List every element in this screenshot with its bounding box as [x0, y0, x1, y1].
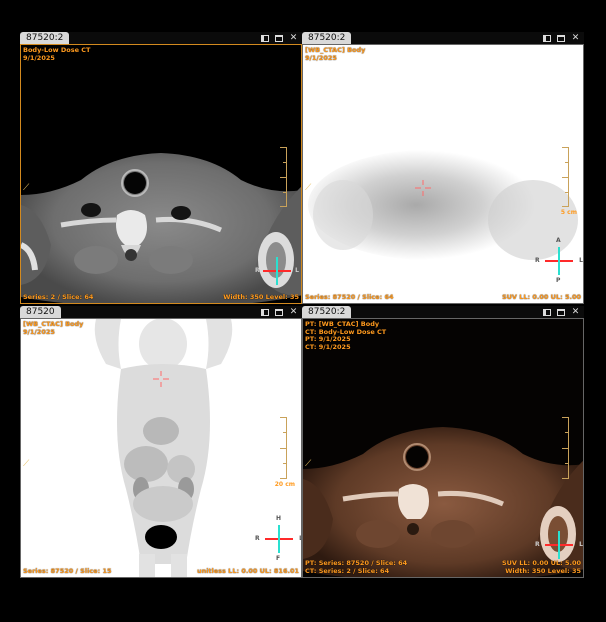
maximize-icon[interactable]: [275, 34, 283, 42]
viewport-header: 87520 ✕: [20, 306, 302, 318]
overlay-top-left: [WB_CTAC] Body 9/1/2025: [23, 320, 84, 336]
viewport-header: 87520:2 ✕: [302, 32, 584, 44]
layout-icon[interactable]: [543, 34, 551, 42]
viewport-image[interactable]: ⟋ R L PT: [WB_CTAC] Body CT: Body-Low Do…: [302, 318, 584, 578]
viewport-controls: ✕: [543, 306, 580, 318]
viewport-controls: ✕: [261, 32, 298, 44]
maximize-icon[interactable]: [557, 308, 565, 316]
layout-icon[interactable]: [261, 34, 269, 42]
cursor-tool-icon[interactable]: ⟋: [23, 459, 33, 469]
close-icon[interactable]: ✕: [289, 307, 298, 317]
overlay-bottom-right: Width: 350 Level: 35: [223, 292, 299, 301]
overlay-bottom-right: unitless LL: 0.00 UL: 816.01: [196, 566, 299, 575]
overlay-top-left: PT: [WB_CTAC] Body CT: Body-Low Dose CT …: [305, 320, 387, 351]
scale-label: 20 cm: [274, 481, 295, 488]
overlay-bottom-left: Series: 87520 / Slice: 64: [305, 292, 394, 301]
overlay-bottom-left: Series: 2 / Slice: 64: [23, 292, 94, 301]
cursor-tool-icon[interactable]: ⟋: [305, 183, 315, 193]
viewport-header: 87520:2 ✕: [302, 306, 584, 318]
viewport-tab[interactable]: 87520:2: [20, 32, 70, 44]
scale-bar: [561, 417, 569, 479]
scale-bar: [561, 147, 569, 207]
overlay-bottom-right: SUV LL: 0.00 UL: 5.00: [501, 292, 581, 301]
layout-icon[interactable]: [543, 308, 551, 316]
close-icon[interactable]: ✕: [571, 33, 580, 43]
viewport-image[interactable]: ⟋ 20 cm H F R L [WB_CTAC] Body 9/1/2025 …: [20, 318, 302, 578]
viewport-controls: ✕: [543, 32, 580, 44]
viewport-image[interactable]: ⟋ R L Body-Low Dose CT 9/1/2025 Series: …: [20, 44, 302, 304]
viewport-image[interactable]: ⟋ 5 cm A P R L [WB_CTAC] Body 9/1/2025 S…: [302, 44, 584, 304]
overlay-bottom-left: PT: Series: 87520 / Slice: 64 CT: Series…: [305, 559, 408, 575]
viewport-controls: ✕: [261, 306, 298, 318]
scale-bar: [279, 147, 287, 207]
orientation-marker: A P R L: [535, 237, 583, 284]
close-icon[interactable]: ✕: [571, 307, 580, 317]
scale-bar: [279, 417, 287, 479]
viewport-tab[interactable]: 87520: [20, 306, 61, 318]
viewport-tab[interactable]: 87520:2: [302, 306, 352, 318]
viewport-axial-ct[interactable]: 87520:2 ✕ ⟋ R L Body-Low Dose CT 9/1/202…: [20, 32, 302, 304]
maximize-icon[interactable]: [557, 34, 565, 42]
viewport-axial-pet[interactable]: 87520:2 ✕ ⟋ 5 cm A P R L [WB_CTAC] Body …: [302, 32, 584, 304]
maximize-icon[interactable]: [275, 308, 283, 316]
scale-label: 5 cm: [560, 209, 577, 216]
overlay-bottom-right: SUV LL: 0.00 UL: 5.00 Width: 350 Level: …: [501, 559, 581, 575]
close-icon[interactable]: ✕: [289, 33, 298, 43]
viewport-tab[interactable]: 87520:2: [302, 32, 352, 44]
viewport-coronal-mip[interactable]: 87520 ✕ ⟋ 20 cm H F R [WB_CTAC] Body 9/1…: [20, 306, 302, 578]
viewport-header: 87520:2 ✕: [20, 32, 302, 44]
cursor-tool-icon[interactable]: ⟋: [305, 459, 315, 469]
cursor-tool-icon[interactable]: ⟋: [23, 183, 33, 193]
orientation-marker: H F R L: [255, 515, 301, 562]
overlay-top-left: [WB_CTAC] Body 9/1/2025: [305, 46, 366, 62]
overlay-bottom-left: Series: 87520 / Slice: 15: [23, 566, 112, 575]
layout-icon[interactable]: [261, 308, 269, 316]
viewport-fused-pet-ct[interactable]: 87520:2 ✕ ⟋ R L PT: [WB_CTAC] Body CT: B…: [302, 306, 584, 578]
overlay-top-left: Body-Low Dose CT 9/1/2025: [23, 46, 91, 62]
orientation-marker: R L: [255, 251, 299, 291]
